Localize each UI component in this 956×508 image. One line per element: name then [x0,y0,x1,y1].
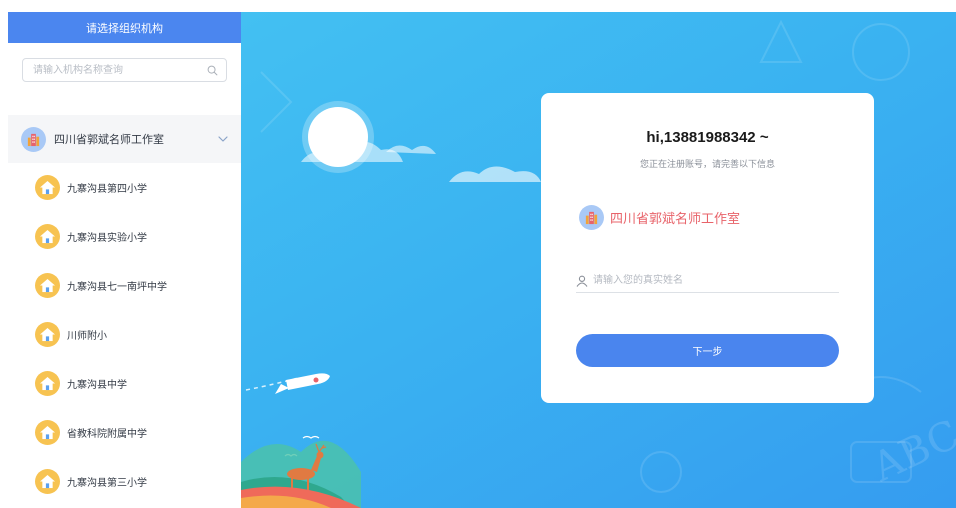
user-icon [576,275,588,287]
org-item-label: 省教科院附属中学 [67,429,147,440]
school-icon [35,224,60,249]
org-item[interactable]: 九寨沟县实验小学 [8,212,241,261]
org-item-label: 九寨沟县实验小学 [67,233,147,244]
next-button[interactable]: 下一步 [576,334,839,367]
chevron-down-icon[interactable] [217,133,229,145]
org-item-label: 川师附小 [67,331,107,342]
search-area [8,43,241,115]
org-sidebar: 请选择组织机构 四川省郭斌名师工作室 [8,12,241,494]
org-item[interactable]: 九寨沟县中学 [8,359,241,408]
search-box[interactable] [22,58,227,82]
org-list: 九寨沟县第四小学 九寨沟县实验小学 九寨沟县七一南坪中学 川师附小 九寨沟县中学 [8,163,241,506]
sidebar-header: 请选择组织机构 [8,12,241,43]
school-icon [35,175,60,200]
school-icon [35,420,60,445]
org-item[interactable]: 省教科院附属中学 [8,408,241,457]
org-item-label: 九寨沟县七一南坪中学 [67,282,167,293]
greeting-title: hi,13881988342 ~ [646,129,769,146]
search-icon[interactable] [207,65,218,76]
org-item[interactable]: 九寨沟县第三小学 [8,457,241,506]
org-parent-item[interactable]: 四川省郭斌名师工作室 [8,115,241,163]
org-item-label: 九寨沟县第三小学 [67,478,147,489]
org-item-label: 九寨沟县第四小学 [67,184,147,195]
org-search-input[interactable] [23,59,226,81]
org-item[interactable]: 九寨沟县第四小学 [8,163,241,212]
org-item[interactable]: 九寨沟县七一南坪中学 [8,261,241,310]
school-icon [35,273,60,298]
register-card: hi,13881988342 ~ 您正在注册账号，请完善以下信息 四川省郭斌名师… [541,93,874,403]
building-icon [21,126,46,152]
school-icon [35,322,60,347]
org-item[interactable]: 川师附小 [8,310,241,359]
selected-org: 四川省郭斌名师工作室 [579,205,740,230]
org-item-label: 九寨沟县中学 [67,380,127,391]
school-icon [35,469,60,494]
org-parent-label: 四川省郭斌名师工作室 [54,134,164,146]
building-icon [579,205,604,230]
real-name-field[interactable] [576,269,839,293]
greeting-subtitle: 您正在注册账号，请完善以下信息 [639,159,775,169]
school-icon [35,371,60,396]
real-name-input[interactable] [593,269,839,292]
selected-org-name: 四川省郭斌名师工作室 [610,211,741,226]
